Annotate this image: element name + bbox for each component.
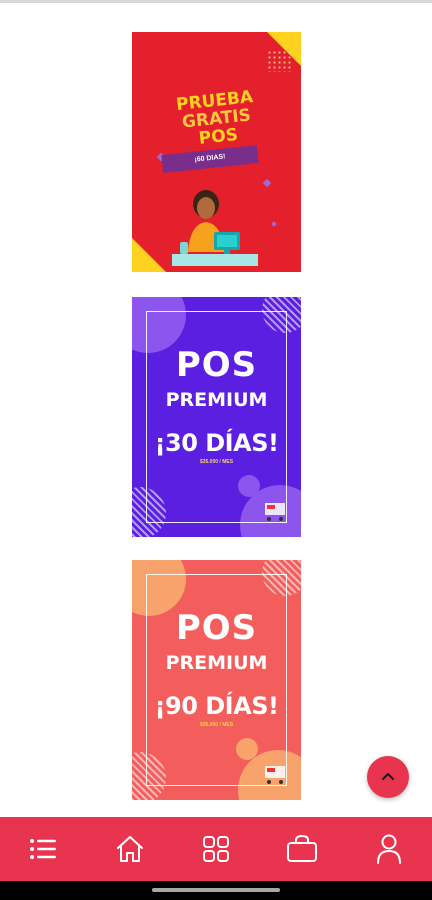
banner-title: POS xyxy=(175,345,258,385)
shopping-cart-icon xyxy=(265,503,285,521)
banner-price: $35.000 / MES xyxy=(199,459,234,465)
shopping-bag-icon xyxy=(287,834,318,862)
home-icon xyxy=(116,836,143,862)
list-icon xyxy=(30,839,57,859)
banner-frame xyxy=(146,574,287,786)
nav-item-home[interactable] xyxy=(86,817,172,881)
banner-pos-premium-90[interactable]: POS PREMIUM ¡90 DÍAS! $35.000 / MES xyxy=(132,560,301,800)
dots-decoration xyxy=(267,50,293,72)
banner-pos-premium-30[interactable]: POS PREMIUM ¡30 DÍAS! $35.000 / MES xyxy=(132,297,301,537)
nav-item-profile[interactable] xyxy=(346,817,432,881)
banner-title: POS xyxy=(175,608,258,648)
banner-days: ¡90 DÍAS! xyxy=(154,692,279,720)
banner-frame xyxy=(146,311,287,523)
chevron-up-icon xyxy=(382,773,394,780)
bottom-navigation xyxy=(0,817,432,881)
sparkle-icon xyxy=(262,178,272,188)
banner-subtitle: PREMIUM xyxy=(165,652,268,674)
shopping-cart-icon xyxy=(265,766,285,784)
banner-ribbon: ¡60 DIAS! xyxy=(161,145,259,173)
banner-title: PRUEBA GRATIS POS xyxy=(171,87,261,151)
nav-item-cart[interactable] xyxy=(259,817,345,881)
user-icon xyxy=(376,834,401,864)
corner-decoration xyxy=(132,238,166,272)
banner-subtitle: PREMIUM xyxy=(165,389,268,411)
scroll-top-button[interactable] xyxy=(367,756,409,798)
home-gesture-bar[interactable] xyxy=(152,888,280,892)
nav-item-categories[interactable] xyxy=(173,817,259,881)
counter-shape xyxy=(172,254,258,266)
banner-days: ¡30 DÍAS! xyxy=(154,429,279,457)
grid-icon xyxy=(203,836,230,862)
content-scroll-area[interactable]: PRUEBA GRATIS POS ¡60 DIAS! POS PREMIUM … xyxy=(0,3,432,817)
sparkle-icon xyxy=(271,221,277,227)
banner-price: $35.000 / MES xyxy=(199,722,234,728)
banner-prueba-gratis[interactable]: PRUEBA GRATIS POS ¡60 DIAS! xyxy=(132,32,301,272)
nav-item-menu[interactable] xyxy=(0,817,86,881)
